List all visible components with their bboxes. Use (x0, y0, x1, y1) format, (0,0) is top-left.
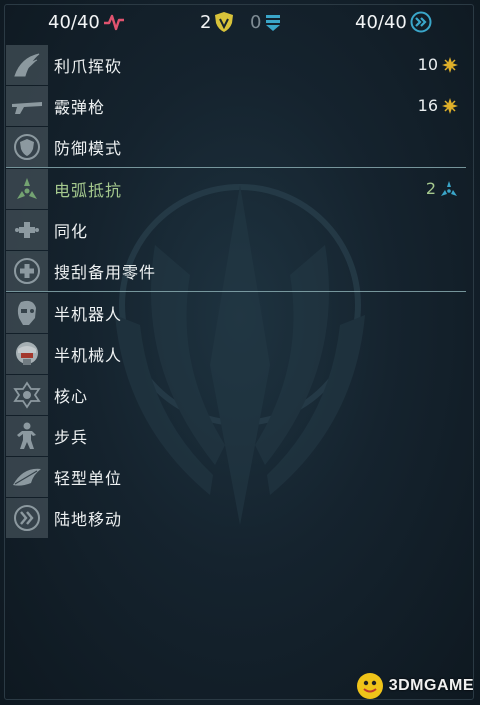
health-value: 40/40 (48, 11, 100, 33)
energy-shield-icon (266, 15, 281, 31)
damage-value: 10 (417, 55, 438, 74)
armor-stat: 2 (200, 9, 234, 35)
assimilate-icon (6, 209, 48, 250)
defense-shield-icon (6, 126, 48, 167)
arc-resist-icon (441, 180, 457, 196)
movement-stat: 40/40 (355, 9, 432, 35)
burst-icon (442, 56, 458, 73)
ability-label: 电弧抵抗 (54, 180, 123, 200)
shield-stat: 0 (250, 9, 282, 35)
ability-label: 搜刮备用零件 (54, 262, 157, 282)
arc-icon (6, 168, 48, 209)
ability-label: 防御模式 (54, 138, 123, 158)
burst-icon (442, 97, 458, 114)
shield-icon (215, 12, 234, 32)
mech-head-icon (6, 333, 48, 374)
ability-row-defense-mode[interactable]: 防御模式 (6, 126, 466, 167)
ability-row-scavenge-parts[interactable]: 搜刮备用零件 (6, 250, 466, 291)
watermark-text: 3DMGAME (388, 677, 474, 694)
health-stat: 40/40 (48, 9, 125, 35)
core-icon (6, 374, 48, 415)
watermark-logo-icon (356, 673, 383, 699)
trait-row-infantry[interactable]: 步兵 (6, 415, 466, 456)
trait-label: 轻型单位 (54, 468, 123, 488)
trait-label: 核心 (54, 386, 89, 406)
repair-plus-icon (6, 250, 48, 291)
trait-row-core[interactable]: 核心 (6, 374, 466, 415)
heartbeat-icon (103, 14, 124, 31)
site-watermark: 3DMGAME (355, 671, 474, 701)
trait-label: 半机械人 (54, 345, 123, 365)
trait-label: 陆地移动 (54, 509, 123, 529)
infantry-icon (6, 415, 48, 456)
land-move-icon (6, 497, 48, 538)
damage-value: 16 (417, 96, 438, 115)
cyborg-icon (6, 292, 48, 333)
ability-row-shotgun[interactable]: 霰弹枪 16 (6, 85, 466, 126)
trait-row-cyborg[interactable]: 半机器人 (6, 292, 466, 333)
resistance-amount: 2 (425, 179, 436, 198)
ability-label: 利爪挥砍 (54, 56, 123, 76)
shield-value: 0 (250, 11, 262, 33)
trait-label: 半机器人 (54, 304, 123, 324)
ability-damage: 16 (418, 85, 458, 126)
ability-row-assimilate[interactable]: 同化 (6, 209, 466, 250)
trait-row-light-unit[interactable]: 轻型单位 (6, 456, 466, 497)
trait-row-mech-head[interactable]: 半机械人 (6, 333, 466, 374)
ability-damage: 10 (418, 44, 458, 85)
armor-value: 2 (200, 11, 212, 33)
unit-ability-list: 利爪挥砍 10 霰弹枪 16 防御模式 电弧抵抗 2 同化 搜刮备用零件 半机器… (6, 44, 466, 538)
trait-row-land-movement[interactable]: 陆地移动 (6, 497, 466, 538)
unit-stats-header: 40/40 2 0 40/40 (0, 0, 480, 42)
movement-value: 40/40 (355, 11, 407, 33)
shotgun-icon (6, 85, 48, 126)
ability-label: 同化 (54, 221, 89, 241)
resistance-value: 2 (426, 168, 458, 209)
feather-icon (6, 456, 48, 497)
movement-icon (410, 11, 432, 33)
ability-row-arc-resistance[interactable]: 电弧抵抗 2 (6, 168, 466, 209)
claw-icon (6, 44, 48, 85)
trait-label: 步兵 (54, 427, 89, 447)
ability-row-claw[interactable]: 利爪挥砍 10 (6, 44, 466, 85)
ability-label: 霰弹枪 (54, 97, 106, 117)
